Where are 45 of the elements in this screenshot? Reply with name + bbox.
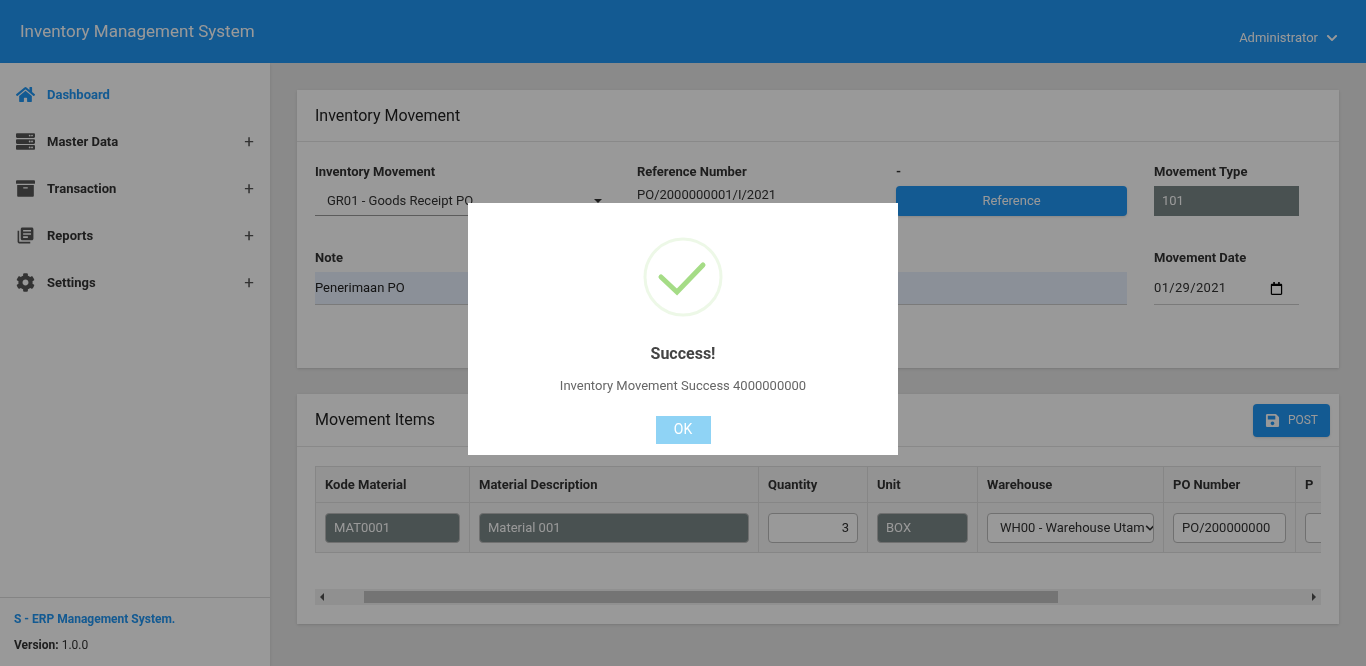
scrollbar-thumb[interactable] [364,591,1058,603]
version-text: Version: 1.0.0 [14,637,90,654]
check-icon [643,237,723,317]
column-header: PO Number [1163,466,1296,503]
column-header: Quantity [758,466,868,503]
po-number-input[interactable]: PO/200000000 [1173,512,1286,543]
sidebar-item[interactable]: Master Data + [0,118,270,165]
dialog-title: Success! [650,343,716,365]
warehouse-select[interactable]: WH00 - Warehouse Utam [987,512,1154,543]
field-label: Movement Date [1154,249,1248,264]
column-header: Kode Material [315,466,470,503]
calendar-icon[interactable] [1270,281,1283,295]
column-header: P [1295,466,1321,503]
menu-icon [16,179,35,198]
column-header: Unit [867,466,978,503]
column-header: Warehouse [977,466,1164,503]
menu-icon [16,226,35,245]
expand-icon: + [244,175,254,202]
date-field[interactable]: 01/29/2021 [1154,272,1299,305]
expand-icon: + [244,222,254,249]
menu-icon [16,85,35,104]
scroll-right-icon[interactable] [1312,593,1316,601]
sidebar-item[interactable]: Transaction + [0,165,270,212]
column-header: Material Description [469,466,759,503]
dialog-message: Inventory Movement Success 4000000000 [559,377,807,395]
quantity-input[interactable]: 3 [768,512,858,543]
field-label: Movement Type [1154,163,1249,178]
horizontal-scrollbar[interactable] [315,589,1321,605]
sidebar-item[interactable]: Settings + [0,259,270,306]
field-label: Reference Number [637,163,748,178]
scroll-left-icon[interactable] [320,593,324,601]
field-label: Inventory Movement [315,163,437,178]
sidebar-item[interactable]: Reports + [0,212,270,259]
save-icon [1264,412,1280,428]
card-title: Movement Items [315,409,436,431]
expand-icon: + [244,128,254,155]
expand-icon: + [244,269,254,296]
field-label: - [896,163,903,178]
menu-icon [16,132,35,151]
movement-type-field: 101 [1154,186,1299,216]
menu-icon [16,273,35,292]
card-title: Inventory Movement [297,90,1339,142]
chevron-icon [1144,522,1153,533]
app-title: Inventory Management System [20,19,255,43]
field-label: Note [315,249,344,264]
